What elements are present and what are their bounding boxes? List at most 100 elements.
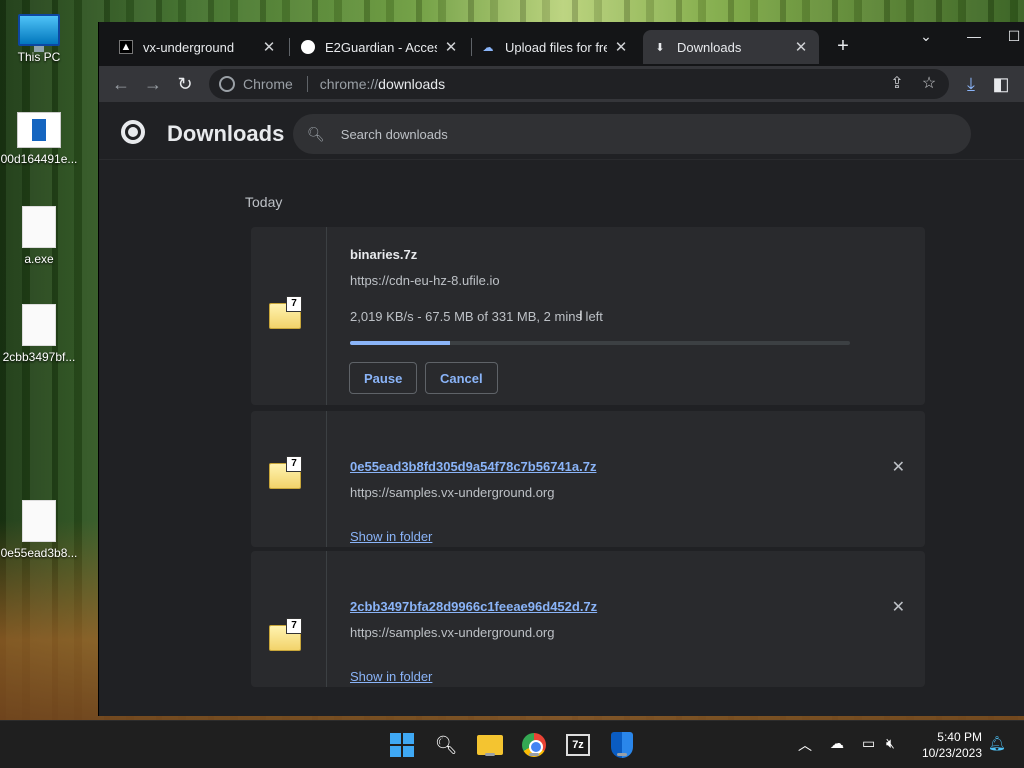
source-url[interactable]: https://samples.vx-underground.org — [350, 485, 555, 500]
7z-file-icon: 7 — [269, 456, 302, 489]
file-icon — [22, 500, 56, 542]
file-icon-column: 7 — [251, 227, 327, 405]
text-cursor-icon: I — [579, 307, 583, 323]
7zip-logo-icon: 7z — [566, 734, 590, 756]
site-label: Chrome — [243, 76, 293, 92]
computer-icon — [18, 14, 60, 52]
file-icon-column: 7 — [251, 411, 327, 547]
file-name-link[interactable]: 0e55ead3b8fd305d9a54f78c7b56741a.7z — [350, 459, 596, 474]
show-in-folder-link[interactable]: Show in folder — [350, 669, 432, 684]
remove-item-icon[interactable]: ✕ — [892, 457, 905, 477]
7z-file-icon: 7 — [269, 618, 302, 651]
notification-bell-icon[interactable]: 🔔︎ — [988, 735, 1006, 752]
show-in-folder-link[interactable]: Show in folder — [350, 529, 432, 544]
downloads-header: Downloads 🔍︎ — [99, 102, 1024, 160]
github-favicon-icon — [301, 40, 315, 54]
file-icon — [22, 304, 56, 346]
ufile-favicon-icon: ☁ — [482, 41, 494, 54]
page-title: Downloads — [167, 121, 285, 146]
desktop-icon-document[interactable]: 00d164491e... — [0, 112, 78, 166]
forward-button[interactable]: → — [141, 72, 165, 96]
search-input[interactable] — [340, 126, 901, 142]
running-indicator — [485, 753, 495, 756]
tab-title: Downloads — [677, 39, 742, 55]
close-tab-icon[interactable]: ✕ — [613, 38, 629, 56]
tab-e2guardian[interactable]: E2Guardian - Access ✕ — [291, 30, 469, 64]
source-url[interactable]: https://samples.vx-underground.org — [350, 625, 555, 640]
browser-window: ▲ vx-underground ✕ E2Guardian - Access ✕… — [98, 22, 1024, 716]
file-icon-column: 7 — [251, 551, 327, 687]
search-taskbar-icon[interactable]: 🔍︎ — [432, 731, 460, 759]
pause-button[interactable]: Pause — [349, 362, 418, 394]
downloads-toolbar-icon[interactable]: ⤓ — [959, 72, 983, 96]
tab-title: Upload files for free — [505, 39, 607, 55]
section-date-heading: Today — [245, 194, 283, 210]
download-progress-bar — [350, 341, 850, 345]
remove-item-icon[interactable]: ✕ — [892, 597, 905, 617]
running-indicator — [617, 753, 627, 756]
desktop-icon-label: 2cbb3497bf... — [2, 350, 76, 364]
network-icon[interactable]: ▭ — [862, 735, 875, 752]
clock-date: 10/23/2023 — [921, 746, 982, 760]
desktop-icon-this-pc[interactable]: This PC — [0, 14, 78, 64]
omnibox-separator — [306, 76, 308, 92]
chrome-icon — [219, 76, 235, 92]
defender-taskbar-icon[interactable] — [608, 731, 636, 759]
desktop-icon-label: 0e55ead3b8... — [0, 546, 78, 560]
desktop-icon-2cbb[interactable]: 2cbb3497bf... — [0, 304, 78, 364]
chrome-logo-icon — [121, 120, 145, 144]
download-item: 7 2cbb3497bfa28d9966c1feeae96d452d.7z ✕ … — [251, 551, 925, 687]
file-icon — [22, 206, 56, 248]
chrome-taskbar-icon[interactable] — [520, 731, 548, 759]
desktop-icon-label: 00d164491e... — [0, 152, 78, 166]
bookmark-star-icon[interactable]: ☆ — [917, 73, 941, 93]
search-downloads[interactable]: 🔍︎ — [293, 114, 971, 154]
file-explorer-icon[interactable] — [476, 731, 504, 759]
new-tab-button[interactable]: + — [831, 35, 855, 58]
close-tab-icon[interactable]: ✕ — [261, 38, 277, 56]
desktop-icon-label: This PC — [17, 50, 61, 64]
close-tab-icon[interactable]: ✕ — [443, 38, 459, 56]
tab-title: vx-underground — [143, 39, 235, 55]
desktop-icon-a-exe[interactable]: a.exe — [0, 206, 78, 266]
tab-search-chevron-icon[interactable]: ⌄ — [911, 28, 941, 45]
volume-icon[interactable]: 🔇︎ — [886, 735, 895, 752]
document-icon — [17, 112, 61, 148]
tab-vx-underground[interactable]: ▲ vx-underground ✕ — [109, 30, 287, 64]
vx-favicon-icon: ▲ — [119, 40, 133, 54]
tab-downloads[interactable]: ⬇ Downloads ✕ — [643, 30, 819, 64]
tray-chevron-icon[interactable]: ︿ — [798, 735, 812, 755]
side-panel-icon[interactable]: ◧ — [989, 72, 1013, 96]
source-url[interactable]: https://cdn-eu-hz-8.ufile.io — [350, 273, 500, 288]
url-host: downloads — [378, 76, 446, 92]
download-item: 7 0e55ead3b8fd305d9a54f78c7b56741a.7z ✕ … — [251, 411, 925, 547]
tab-ufile[interactable]: ☁ Upload files for free ✕ — [471, 30, 639, 64]
file-name: binaries.7z — [350, 247, 418, 262]
downloads-list: Today 7 binaries.7z https://cdn-eu-hz-8.… — [99, 161, 1024, 716]
browser-toolbar: ← → ↻ Chrome chrome:// downloads ⇪ ☆ ⤓ ◧ — [99, 66, 1024, 102]
7zip-taskbar-icon[interactable]: 7z — [564, 731, 592, 759]
download-status: 2,019 KB/s - 67.5 MB of 331 MB, 2 mins l… — [350, 309, 603, 324]
desktop-icon-0e55[interactable]: 0e55ead3b8... — [0, 500, 78, 560]
onedrive-icon[interactable]: ☁ — [830, 735, 844, 752]
taskbar: 🔍︎ 7z ︿ ☁ ▭ 🔇︎ 5:40 PM 10/23/2023 🔔︎ — [0, 720, 1024, 768]
share-icon[interactable]: ⇪ — [885, 73, 909, 93]
system-clock[interactable]: 5:40 PM 10/23/2023 — [922, 729, 982, 761]
folder-icon — [477, 735, 503, 755]
close-tab-icon[interactable]: ✕ — [793, 38, 809, 56]
cancel-button[interactable]: Cancel — [425, 362, 498, 394]
progress-fill — [350, 341, 450, 345]
clock-time: 5:40 PM — [937, 730, 982, 744]
minimize-button[interactable]: — — [959, 28, 989, 44]
address-bar[interactable]: Chrome chrome:// downloads ⇪ ☆ — [209, 69, 949, 99]
url-scheme: chrome:// — [319, 76, 379, 92]
back-button[interactable]: ← — [109, 72, 133, 96]
tab-strip: ▲ vx-underground ✕ E2Guardian - Access ✕… — [99, 22, 1024, 66]
download-icon: ⬇ — [655, 41, 665, 54]
tab-separator — [289, 38, 290, 56]
file-name-link[interactable]: 2cbb3497bfa28d9966c1feeae96d452d.7z — [350, 599, 597, 614]
reload-button[interactable]: ↻ — [173, 72, 197, 96]
start-button[interactable] — [388, 731, 416, 759]
maximize-button[interactable]: ☐ — [1003, 28, 1024, 45]
7z-file-icon: 7 — [269, 296, 302, 329]
